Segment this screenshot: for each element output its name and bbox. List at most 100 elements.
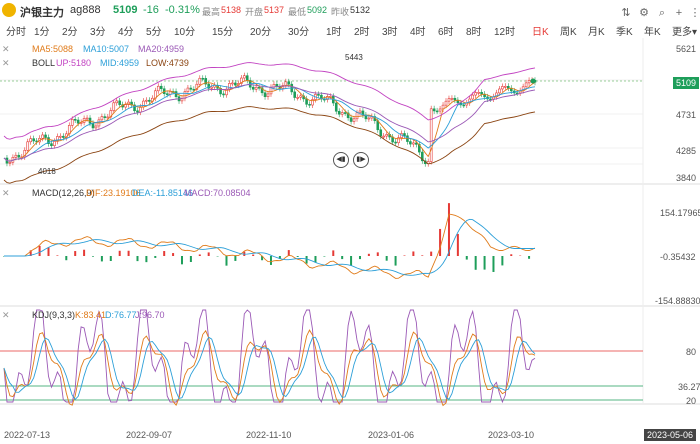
logo-icon	[2, 3, 16, 17]
macd-bar	[421, 255, 424, 256]
kdj-k-label: K:83.41	[75, 310, 107, 320]
candle-body	[100, 116, 104, 121]
macd-bar	[341, 256, 344, 260]
current-price-tag: 5109	[673, 77, 700, 89]
settings-icon[interactable]: ⚙	[635, 5, 653, 21]
candle-body	[305, 98, 308, 105]
candle-body	[159, 85, 163, 90]
candle-body	[453, 97, 457, 101]
tab-11[interactable]: 2时	[354, 23, 370, 38]
header: 沪银主力 ag888 5109 -16 -0.31% 最高 5138 开盘 51…	[0, 0, 700, 20]
macd-bar	[38, 245, 41, 256]
tab-17[interactable]: 日K	[532, 23, 549, 38]
ma10-label: MA10:5007	[83, 44, 130, 54]
macd-bar	[172, 253, 175, 256]
candle-body	[337, 110, 341, 115]
collapse-ma-icon[interactable]: ✕	[2, 44, 10, 55]
tab-13[interactable]: 4时	[410, 23, 426, 38]
macd-bar	[385, 256, 388, 261]
tab-10[interactable]: 1时	[326, 23, 342, 38]
candle-body	[450, 97, 454, 100]
macd-bar	[180, 256, 183, 265]
candle-body	[91, 122, 95, 129]
search-icon[interactable]: ⌕	[653, 5, 671, 21]
candle-body	[444, 100, 448, 106]
candle-body	[189, 87, 193, 90]
candle-body	[527, 80, 531, 84]
candle-body	[412, 142, 415, 145]
macd-bar	[154, 256, 157, 258]
macd-bar	[350, 256, 353, 266]
macd-bar	[163, 251, 166, 256]
candle-body	[103, 116, 107, 118]
y-tick-main-2: 4731	[676, 110, 697, 120]
macd-bar	[394, 256, 397, 266]
tab-14[interactable]: 6时	[438, 23, 454, 38]
candle-body	[118, 100, 121, 105]
candle-body	[26, 141, 30, 151]
y-tick-macd-0: 154.17965	[660, 208, 700, 218]
x-tick-3: 2023-01-06	[368, 430, 415, 440]
candle-body	[234, 82, 237, 86]
tab-6[interactable]: 10分	[174, 23, 195, 38]
tab-0[interactable]: 分时	[6, 23, 26, 38]
tab-4[interactable]: 4分	[118, 23, 134, 38]
candle-body	[145, 99, 148, 102]
macd-bar	[225, 256, 228, 266]
tab-18[interactable]: 周K	[560, 23, 577, 38]
tab-2[interactable]: 2分	[62, 23, 78, 38]
boll-low-line	[3, 106, 536, 184]
candle-body	[447, 98, 451, 102]
y-tick-main-0: 5621	[676, 44, 697, 54]
tab-16[interactable]: 12时	[494, 23, 515, 38]
tab-5[interactable]: 5分	[146, 23, 162, 38]
candle-body	[480, 91, 483, 95]
macd-bar	[198, 254, 201, 256]
tab-15[interactable]: 8时	[466, 23, 482, 38]
kdj-d-label: D:76.77	[105, 310, 137, 320]
candle-body	[242, 75, 246, 79]
more-icon[interactable]: ⋮	[686, 5, 700, 21]
candle-body	[106, 116, 110, 119]
tab-8[interactable]: 20分	[250, 23, 271, 38]
candle-body	[70, 118, 74, 126]
candle-body	[231, 82, 234, 85]
tab-20[interactable]: 季K	[616, 23, 633, 38]
tab-19[interactable]: 月K	[588, 23, 605, 38]
macd-bar	[74, 251, 77, 256]
symbol-title[interactable]: 沪银主力	[20, 4, 64, 20]
low-label: 最低	[288, 7, 307, 17]
candle-body	[352, 118, 356, 122]
tab-1[interactable]: 1分	[34, 23, 50, 38]
tab-7[interactable]: 15分	[212, 23, 233, 38]
candle-body	[432, 108, 436, 112]
y-tick-macd-2: -154.88830	[655, 296, 700, 306]
candle-body	[59, 135, 62, 138]
tab-12[interactable]: 3时	[382, 23, 398, 38]
open-value: 5137	[264, 5, 285, 15]
candle-body	[382, 135, 386, 138]
swap-icon[interactable]: ⇅	[617, 5, 635, 21]
candle-body	[471, 94, 475, 100]
collapse-macd-icon[interactable]: ✕	[2, 188, 10, 199]
macd-bar	[65, 256, 68, 261]
period-tabs: 分时 1分 2分 3分 4分 5分 10分 15分 20分 30分 1时 2时 3时 4时 6时 8时 12时 日…	[0, 20, 697, 38]
candle-body	[254, 86, 258, 90]
macd-bar	[145, 256, 148, 263]
tab-22[interactable]: 更多▾	[672, 23, 697, 38]
scroll-right-button[interactable]: ▮▶	[353, 152, 369, 168]
macd-bar	[100, 256, 103, 262]
macd-bar	[234, 256, 237, 261]
candle-body	[507, 85, 510, 89]
boll-name: BOLL	[32, 58, 56, 68]
tab-21[interactable]: 年K	[644, 23, 661, 38]
low-value: 5092	[307, 5, 328, 15]
collapse-boll-icon[interactable]: ✕	[2, 58, 10, 69]
y-tick-kdj-0: 80	[686, 347, 697, 357]
collapse-kdj-icon[interactable]: ✕	[2, 310, 10, 321]
scroll-left-button[interactable]: ◀▮	[333, 152, 349, 168]
candle-body	[317, 94, 320, 96]
x-tick-1: 2022-09-07	[126, 430, 173, 440]
tab-3[interactable]: 3分	[90, 23, 106, 38]
tab-9[interactable]: 30分	[288, 23, 309, 38]
